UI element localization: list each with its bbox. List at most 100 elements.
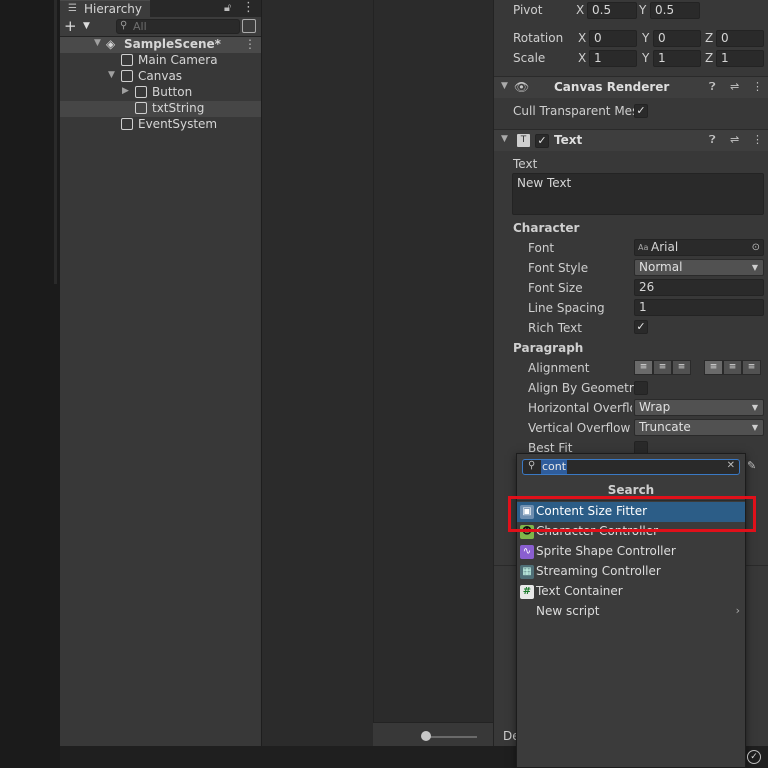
- zoom-slider-track[interactable]: [425, 736, 477, 738]
- list-icon: ☰: [68, 3, 77, 14]
- h-overflow-value: Wrap: [639, 400, 671, 414]
- hierarchy-search-input[interactable]: ⚲ All: [116, 19, 240, 34]
- search-icon: ⚲: [120, 20, 128, 31]
- align-right-button[interactable]: ≡: [672, 360, 691, 375]
- check-circle-icon[interactable]: ✓: [747, 750, 761, 764]
- add-button[interactable]: + ▼: [64, 18, 92, 35]
- popup-item-character-controller[interactable]: ☻ Character Controller: [517, 522, 745, 542]
- streaming-icon: ▦: [520, 565, 534, 579]
- chevron-down-icon[interactable]: ▼: [501, 81, 508, 91]
- scale-label: Scale: [513, 51, 546, 65]
- unity-logo-icon: ◈: [106, 37, 116, 51]
- kebab-menu-icon[interactable]: ⋮: [242, 0, 255, 15]
- chevron-down-icon: ▼: [751, 263, 758, 272]
- hierarchy-tabbar: ☰ Hierarchy 🔓︎ ⋮: [60, 0, 261, 17]
- unity-editor: ☰ Hierarchy 🔓︎ ⋮ + ▼ ⚲ All ▼ ◈ SampleScen…: [0, 0, 768, 768]
- text-enabled-checkbox[interactable]: ✓: [535, 134, 549, 148]
- hierarchy-item-button[interactable]: ▶ Button: [60, 85, 261, 101]
- hierarchy-item-eventsystem[interactable]: EventSystem: [60, 117, 261, 133]
- v-overflow-value: Truncate: [639, 420, 691, 434]
- add-component-popup: ⚲ cont ✕ Search ▣ Content Size Fitter ☻ …: [516, 453, 746, 768]
- font-style-dropdown[interactable]: Normal ▼: [634, 259, 764, 276]
- h-overflow-dropdown[interactable]: Wrap ▼: [634, 399, 764, 416]
- scale-y-field[interactable]: 1: [653, 50, 701, 67]
- preset-icon[interactable]: ⇌: [730, 133, 739, 146]
- search-icon: ⚲: [528, 460, 536, 471]
- axis-y-label: Y: [639, 3, 647, 17]
- object-picker-icon[interactable]: ⊙: [752, 240, 760, 255]
- text-textarea[interactable]: New Text: [512, 173, 764, 215]
- line-spacing-label: Line Spacing: [528, 301, 605, 315]
- rotation-z-field[interactable]: 0: [716, 30, 764, 47]
- align-geometry-checkbox[interactable]: [634, 381, 648, 395]
- text-component-header[interactable]: ▼ T ✓ Text ❓︎ ⇌ ⋮: [494, 129, 768, 151]
- help-icon[interactable]: ❓︎: [709, 133, 716, 147]
- hierarchy-item-txtstring[interactable]: txtString: [60, 101, 261, 117]
- chevron-down-icon[interactable]: ▼: [108, 70, 115, 80]
- popup-item-content-size-fitter[interactable]: ▣ Content Size Fitter: [517, 502, 745, 522]
- item-label: Button: [152, 85, 193, 99]
- align-center-button[interactable]: ≡: [653, 360, 672, 375]
- rotation-y-field[interactable]: 0: [653, 30, 701, 47]
- popup-item-label: New script: [536, 604, 600, 618]
- popup-title: Search: [517, 483, 745, 501]
- kebab-menu-icon[interactable]: ⋮: [244, 37, 256, 51]
- character-section-label: Character: [513, 221, 580, 235]
- zoom-bar: [373, 722, 493, 746]
- scene-view[interactable]: [262, 0, 493, 746]
- pivot-x-field[interactable]: 0.5: [587, 2, 637, 19]
- zoom-slider-handle[interactable]: [421, 731, 431, 741]
- popup-item-label: Streaming Controller: [536, 564, 661, 578]
- preset-icon[interactable]: ⇌: [730, 80, 739, 93]
- font-size-field[interactable]: 26: [634, 279, 764, 296]
- align-left-button[interactable]: ≡: [634, 360, 653, 375]
- popup-item-new-script[interactable]: New script ›: [517, 602, 745, 622]
- component-search-input[interactable]: ⚲ cont ✕: [522, 459, 740, 475]
- scale-z-field[interactable]: 1: [716, 50, 764, 67]
- rotation-x-field[interactable]: 0: [589, 30, 637, 47]
- font-style-value: Normal: [639, 260, 683, 274]
- hierarchy-item-canvas[interactable]: ▼ Canvas: [60, 69, 261, 85]
- kebab-menu-icon[interactable]: ⋮: [752, 80, 763, 93]
- align-top-button[interactable]: ≡: [704, 360, 723, 375]
- v-overflow-label: Vertical Overflow: [528, 421, 631, 435]
- popup-item-streaming-controller[interactable]: ▦ Streaming Controller: [517, 562, 745, 582]
- panel-edge: [54, 0, 57, 284]
- hierarchy-item-scene[interactable]: ▼ ◈ SampleScene* ⋮: [60, 37, 261, 53]
- popup-item-label: Sprite Shape Controller: [536, 544, 676, 558]
- popup-item-text-container[interactable]: # Text Container: [517, 582, 745, 602]
- axis-z-label: Z: [705, 51, 714, 65]
- pivot-y-field[interactable]: 0.5: [650, 2, 700, 19]
- hierarchy-tab[interactable]: ☰ Hierarchy: [60, 0, 150, 17]
- v-overflow-dropdown[interactable]: Truncate ▼: [634, 419, 764, 436]
- popup-item-label: Content Size Fitter: [536, 504, 648, 518]
- gameobject-icon: [121, 118, 133, 130]
- font-field[interactable]: Aa Arial ⊙: [634, 239, 764, 256]
- text-component-icon: T: [517, 134, 530, 147]
- chevron-down-icon: ▼: [83, 21, 90, 31]
- cull-transparent-checkbox[interactable]: ✓: [634, 104, 648, 118]
- rich-text-checkbox[interactable]: ✓: [634, 320, 648, 334]
- hierarchy-item-main-camera[interactable]: Main Camera: [60, 53, 261, 69]
- align-bottom-button[interactable]: ≡: [742, 360, 761, 375]
- scale-x-field[interactable]: 1: [589, 50, 637, 67]
- eyedropper-icon[interactable]: ✎: [747, 459, 763, 473]
- line-spacing-field[interactable]: 1: [634, 299, 764, 316]
- popup-item-label: Text Container: [536, 584, 623, 598]
- gameobject-icon: [135, 102, 147, 114]
- chevron-down-icon: ▼: [751, 423, 758, 432]
- align-middle-button[interactable]: ≡: [723, 360, 742, 375]
- popup-item-sprite-shape-controller[interactable]: ∿ Sprite Shape Controller: [517, 542, 745, 562]
- canvas-renderer-header[interactable]: ▼ 👁︎ Canvas Renderer ❓︎ ⇌ ⋮: [494, 76, 768, 98]
- gameobject-icon: [121, 70, 133, 82]
- font-asset-icon: Aa: [638, 243, 649, 252]
- kebab-menu-icon[interactable]: ⋮: [752, 133, 763, 146]
- chevron-down-icon[interactable]: ▼: [501, 134, 508, 144]
- lock-icon[interactable]: 🔓︎: [224, 1, 231, 15]
- help-icon[interactable]: ❓︎: [709, 80, 716, 94]
- chevron-right-icon[interactable]: ▶: [122, 86, 129, 96]
- item-label: EventSystem: [138, 117, 218, 131]
- close-icon[interactable]: ✕: [727, 460, 735, 471]
- scene-picking-icon[interactable]: [242, 19, 256, 33]
- search-placeholder: All: [133, 20, 147, 33]
